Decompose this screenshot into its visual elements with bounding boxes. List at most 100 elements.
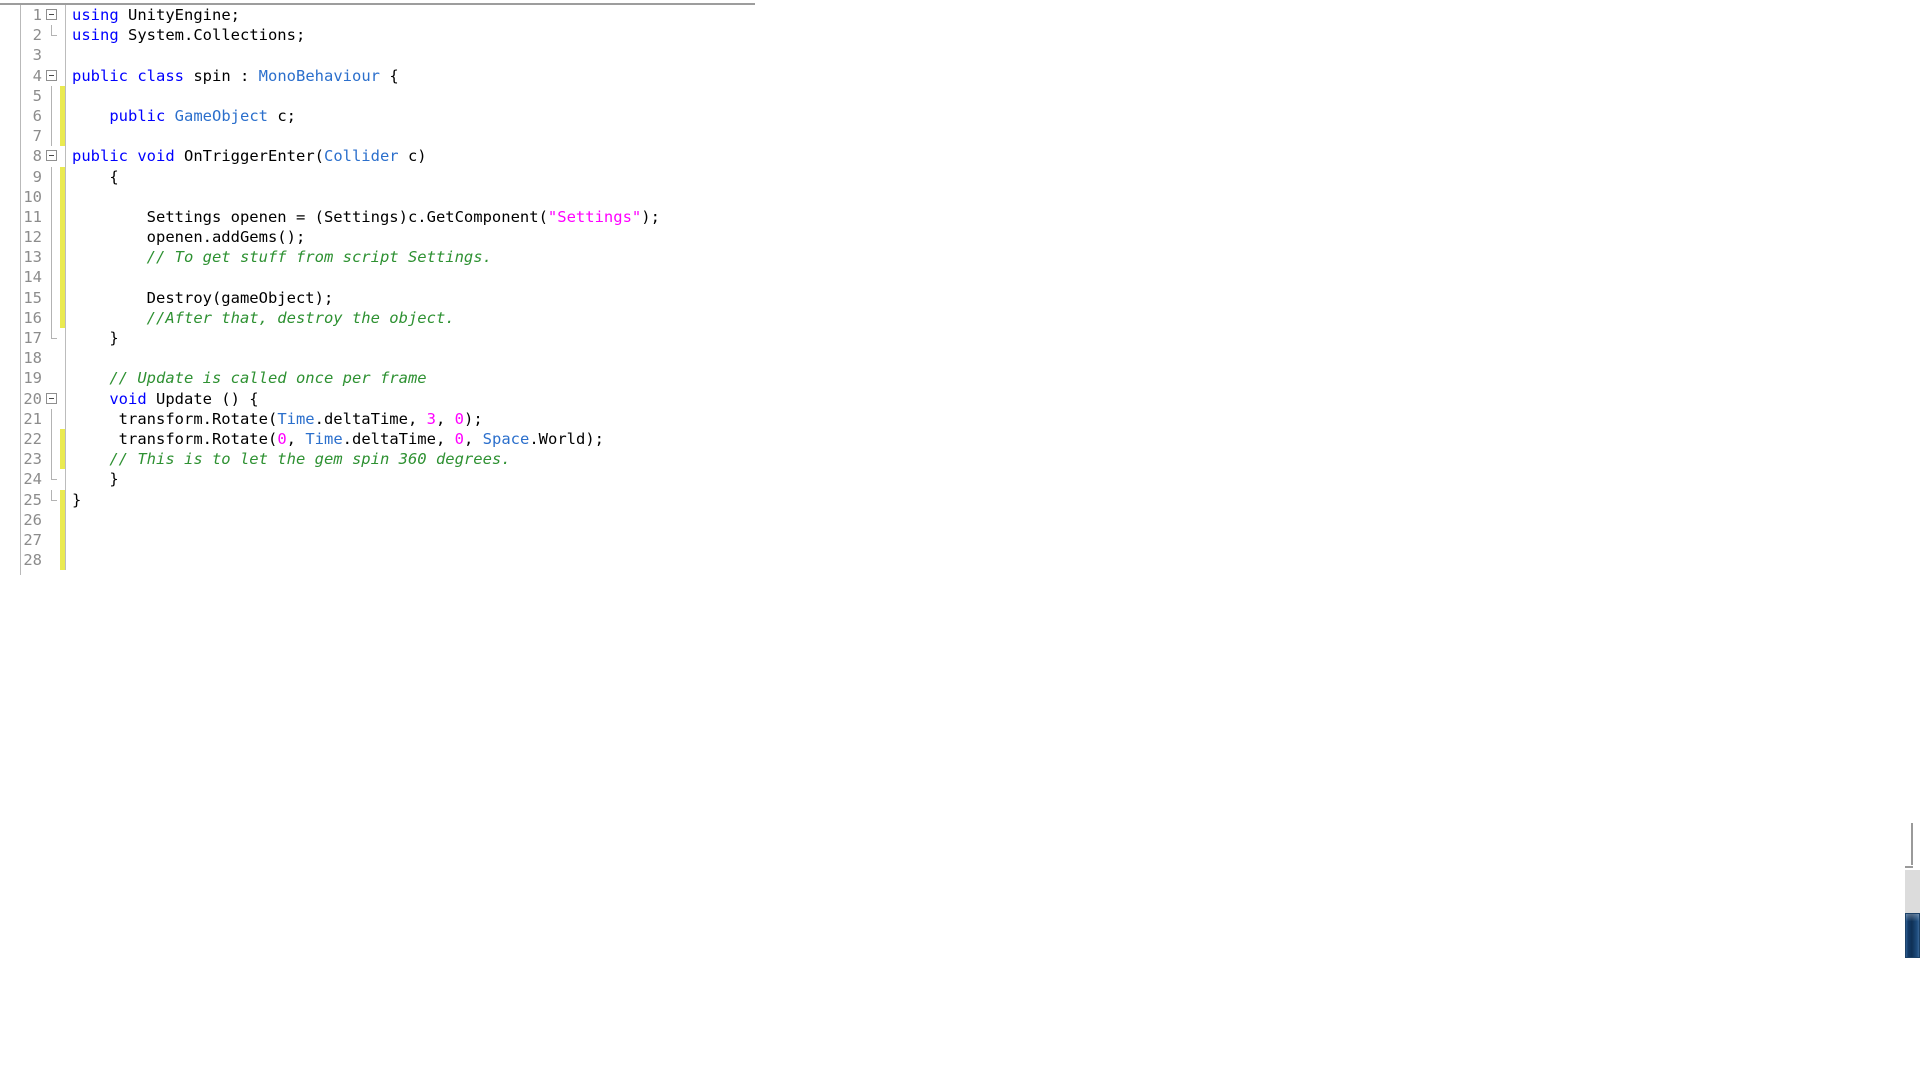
code-line-content[interactable]: } — [66, 328, 118, 348]
code-line[interactable]: 28 — [0, 550, 1905, 571]
code-line-content[interactable]: // Update is called once per frame — [66, 368, 427, 388]
code-line[interactable]: 27 — [0, 529, 1905, 551]
fold-collapse-icon[interactable] — [44, 146, 60, 166]
code-line[interactable]: 6 public GameObject c; — [0, 105, 1905, 127]
code-line[interactable]: 13 // To get stuff from script Settings. — [0, 247, 1905, 268]
scrollbar-thumb[interactable] — [1905, 913, 1920, 958]
gutter-separator — [65, 186, 66, 207]
code-token-com: // This is to let the gem spin 360 degre… — [109, 450, 511, 469]
code-line[interactable]: 3 — [0, 45, 1905, 66]
code-line[interactable]: 10 — [0, 186, 1905, 207]
code-line-content[interactable]: public void OnTriggerEnter(Collider c) — [66, 146, 427, 166]
fold-collapse-icon[interactable] — [44, 66, 60, 86]
code-line[interactable]: 2 using System.Collections; — [0, 25, 1905, 46]
code-token-num: 0 — [277, 429, 287, 448]
line-number: 13 — [23, 248, 42, 267]
editor-pane[interactable]: 1 using UnityEngine; 2 using System.Collect… — [0, 5, 1905, 1080]
code-line-content[interactable]: } — [66, 490, 81, 510]
code-line[interactable]: 23 // This is to let the gem spin 360 de… — [0, 449, 1905, 470]
gutter-separator — [65, 348, 66, 369]
gutter-separator — [65, 45, 66, 66]
code-line[interactable]: 17 } — [0, 328, 1905, 349]
code-token-pl: ); — [463, 409, 483, 428]
fold-guide-line-icon — [44, 227, 60, 248]
code-token-kw: public — [109, 106, 166, 125]
code-token-typ: MonoBehaviour — [258, 66, 380, 85]
code-token-pl: } — [72, 490, 82, 509]
code-token-num: 0 — [454, 429, 464, 448]
fold-empty — [44, 550, 60, 570]
fold-collapse-icon[interactable] — [44, 389, 60, 409]
code-line-content[interactable]: Settings openen = (Settings)c.GetCompone… — [66, 207, 660, 227]
code-line[interactable]: 4 public class spin : MonoBehaviour { — [0, 65, 1905, 86]
code-text-area[interactable]: 1 using UnityEngine; 2 using System.Collect… — [0, 5, 1905, 571]
vertical-scrollbar[interactable] — [1903, 0, 1920, 1080]
line-number: 1 — [32, 6, 42, 24]
code-line-content[interactable]: using System.Collections; — [66, 25, 305, 45]
code-line[interactable]: 19 // Update is called once per frame — [0, 368, 1905, 389]
code-line[interactable]: 1 using UnityEngine; — [0, 5, 1905, 26]
code-line-content[interactable]: { — [66, 167, 118, 187]
code-line[interactable]: 7 — [0, 126, 1905, 147]
line-number: 11 — [23, 207, 42, 226]
code-line[interactable]: 15 Destroy(gameObject); — [0, 287, 1905, 308]
scrollbar-thumb-upper[interactable] — [1905, 870, 1920, 913]
line-number: 6 — [32, 106, 42, 125]
code-line-content[interactable]: //After that, destroy the object. — [66, 308, 455, 328]
line-number: 15 — [23, 288, 42, 307]
code-line[interactable]: 16 //After that, destroy the object. — [0, 307, 1905, 328]
code-line[interactable]: 22 transform.Rotate(0, Time.deltaTime, 0… — [0, 428, 1905, 450]
code-line[interactable]: 26 — [0, 509, 1905, 530]
code-line[interactable]: 5 — [0, 85, 1905, 106]
fold-guide-line-icon — [44, 166, 60, 187]
code-line-content[interactable]: } — [66, 469, 118, 489]
line-number: 17 — [23, 329, 42, 347]
code-line-content[interactable]: using UnityEngine; — [66, 5, 240, 25]
line-number: 21 — [23, 409, 42, 428]
code-line-content[interactable]: transform.Rotate(0, Time.deltaTime, 0, S… — [66, 429, 604, 449]
fold-empty — [44, 510, 60, 530]
line-number: 7 — [32, 127, 42, 146]
gutter-separator — [65, 85, 66, 106]
code-line-content[interactable]: void Update () { — [66, 389, 259, 409]
code-line[interactable]: 9 { — [0, 166, 1905, 187]
line-number: 16 — [23, 308, 42, 327]
fold-guide-line-icon — [44, 449, 60, 470]
fold-guide-line-icon — [44, 408, 60, 429]
code-token-pl: UnityEngine; — [118, 6, 240, 24]
fold-collapse-icon[interactable] — [44, 5, 60, 25]
fold-end-marker-icon — [44, 25, 60, 45]
code-token-com: // Update is called once per frame — [109, 369, 427, 388]
code-token-kw: class — [137, 66, 185, 85]
code-line[interactable]: 12 openen.addGems(); — [0, 227, 1905, 248]
code-token-pl: Update () { — [146, 389, 259, 408]
code-line-content[interactable]: Destroy(gameObject); — [66, 288, 334, 308]
code-line[interactable]: 14 — [0, 267, 1905, 288]
code-line[interactable]: 24 } — [0, 469, 1905, 490]
code-line[interactable]: 20 void Update () { — [0, 388, 1905, 409]
code-line-content[interactable]: // This is to let the gem spin 360 degre… — [66, 449, 511, 469]
fold-guide-line-icon — [44, 186, 60, 207]
gutter-separator — [65, 509, 66, 530]
code-line-content[interactable]: public GameObject c; — [66, 106, 296, 126]
code-token-pl: Destroy(gameObject); — [72, 288, 334, 307]
code-line-content[interactable]: openen.addGems(); — [66, 227, 306, 247]
code-line-content[interactable]: public class spin : MonoBehaviour { — [66, 66, 399, 86]
code-token-pl: c; — [268, 106, 296, 125]
fold-guide-line-icon — [44, 105, 60, 127]
code-line[interactable]: 25} — [0, 489, 1905, 510]
code-token-pl: ); — [641, 207, 660, 226]
code-line[interactable]: 8 public void OnTriggerEnter(Collider c) — [0, 146, 1905, 167]
code-line[interactable]: 18 — [0, 348, 1905, 369]
code-line-content[interactable]: // To get stuff from script Settings. — [66, 247, 492, 267]
code-line[interactable]: 21 transform.Rotate(Time.deltaTime, 3, 0… — [0, 408, 1905, 429]
code-line[interactable]: 11 Settings openen = (Settings)c.GetComp… — [0, 206, 1905, 228]
line-number: 19 — [23, 369, 42, 388]
code-line-content[interactable]: transform.Rotate(Time.deltaTime, 3, 0); — [66, 409, 483, 429]
fold-end-marker-icon — [44, 489, 60, 510]
